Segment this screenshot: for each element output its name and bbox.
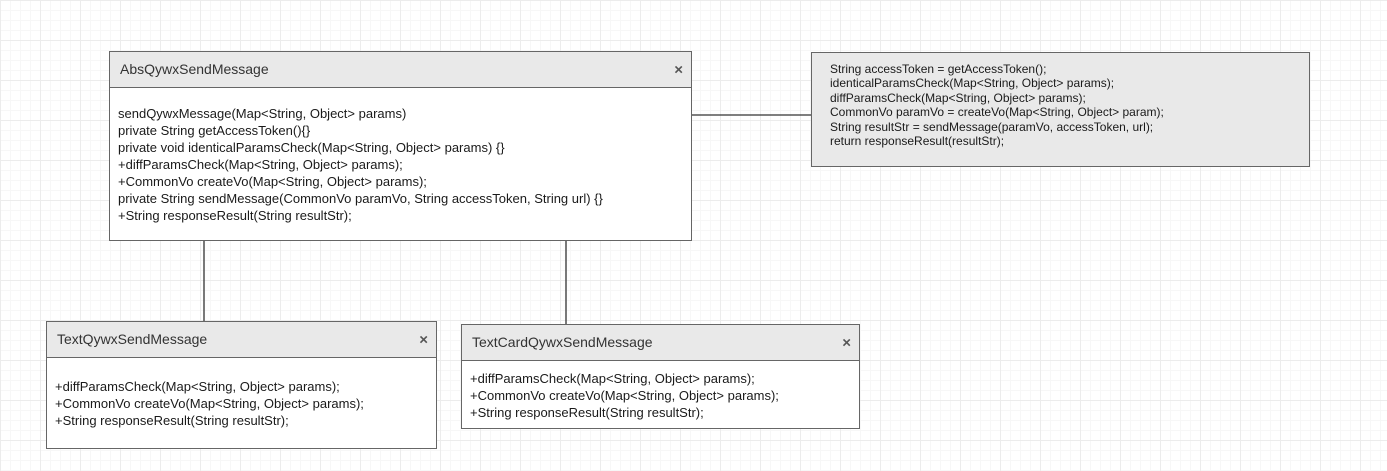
- method-diff-params-check: +diffParamsCheck(Map<String, Object> par…: [118, 157, 403, 172]
- note-line: identicalParamsCheck(Map<String, Object>…: [830, 76, 1115, 91]
- note-line: return responseResult(resultStr);: [830, 134, 1005, 149]
- note-line: String accessToken = getAccessToken();: [830, 62, 1047, 76]
- class-title: TextCardQywxSendMessage: [472, 334, 653, 350]
- implementation-note[interactable]: String accessToken = getAccessToken(); i…: [811, 52, 1310, 167]
- method-diff-params-check: +diffParamsCheck(Map<String, Object> par…: [470, 371, 755, 386]
- note-line: diffParamsCheck(Map<String, Object> para…: [830, 90, 1086, 105]
- class-header[interactable]: AbsQywxSendMessage ×: [110, 52, 691, 88]
- note-line: String resultStr = sendMessage(paramVo, …: [830, 119, 1154, 134]
- class-title: TextQywxSendMessage: [57, 331, 208, 347]
- method-create-vo: +CommonVo createVo(Map<String, Object> p…: [470, 388, 779, 403]
- close-icon[interactable]: ×: [419, 332, 428, 347]
- class-body: +diffParamsCheck(Map<String, Object> par…: [47, 358, 436, 429]
- method-response-result: +String responseResult(String resultStr)…: [55, 413, 289, 428]
- method-get-access-token: private String getAccessToken(){}: [118, 123, 311, 138]
- class-title: AbsQywxSendMessage: [120, 61, 269, 77]
- class-text-card-qywx-send-message[interactable]: TextCardQywxSendMessage × +diffParamsChe…: [461, 324, 860, 429]
- class-header[interactable]: TextQywxSendMessage ×: [47, 322, 436, 358]
- method-identical-params-check: private void identicalParamsCheck(Map<St…: [118, 140, 505, 155]
- note-line: CommonVo paramVo = createVo(Map<String, …: [830, 105, 1164, 120]
- method-send-qywx-message: sendQywxMessage(Map<String, Object> para…: [118, 106, 407, 121]
- method-create-vo: +CommonVo createVo(Map<String, Object> p…: [118, 174, 427, 189]
- class-header[interactable]: TextCardQywxSendMessage ×: [462, 325, 859, 361]
- class-abs-qywx-send-message[interactable]: AbsQywxSendMessage × sendQywxMessage(Map…: [109, 51, 692, 241]
- method-response-result: +String responseResult(String resultStr)…: [118, 208, 352, 223]
- close-icon[interactable]: ×: [842, 335, 851, 350]
- class-body: sendQywxMessage(Map<String, Object> para…: [110, 88, 691, 224]
- class-text-qywx-send-message[interactable]: TextQywxSendMessage × +diffParamsCheck(M…: [46, 321, 437, 449]
- method-send-message: private String sendMessage(CommonVo para…: [118, 191, 603, 206]
- method-response-result: +String responseResult(String resultStr)…: [470, 405, 704, 420]
- method-create-vo: +CommonVo createVo(Map<String, Object> p…: [55, 396, 364, 411]
- close-icon[interactable]: ×: [674, 62, 683, 77]
- class-body: +diffParamsCheck(Map<String, Object> par…: [462, 361, 859, 421]
- method-diff-params-check: +diffParamsCheck(Map<String, Object> par…: [55, 379, 340, 394]
